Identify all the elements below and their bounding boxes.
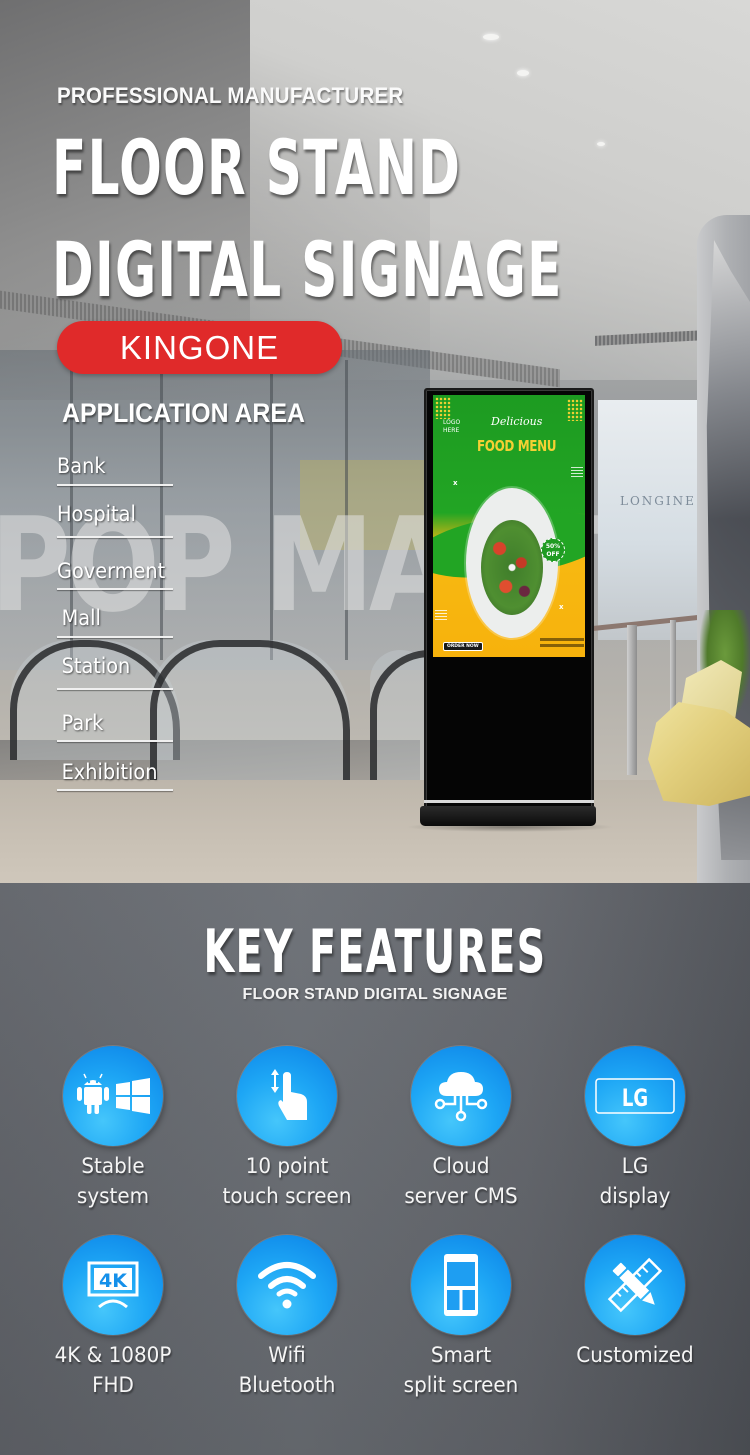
feature-label-line: touch screen [222, 1184, 352, 1208]
kiosk-trim [424, 800, 594, 803]
feature-label-line: server CMS [404, 1184, 518, 1208]
split-screen-icon [411, 1235, 511, 1335]
feature-label-line: Wifi [268, 1343, 306, 1367]
wifi-icon [237, 1235, 337, 1335]
application-item: Bank [57, 454, 177, 486]
feature-label: Smart split screen [376, 1340, 546, 1400]
feature-label: LG display [550, 1151, 720, 1211]
screen-logo: LOGO HERE [443, 419, 460, 435]
badge-line: OFF [546, 551, 560, 558]
lg-logo-icon: LG [585, 1046, 685, 1146]
divider [57, 484, 173, 486]
ceiling-light [483, 34, 499, 40]
screen-x-mark: x [559, 603, 564, 611]
kiosk-base [420, 806, 596, 826]
feature-label: 10 point touch screen [202, 1151, 372, 1211]
screen-salad-image [481, 520, 543, 615]
divider [57, 636, 173, 638]
feature-lg-display: LG LG display [550, 1046, 720, 1211]
svg-text:LG: LG [622, 1085, 648, 1113]
ceiling-light [597, 142, 605, 146]
hero-headline-line-2: DIGITAL SIGNAGE [52, 225, 563, 314]
screen-dots [567, 399, 583, 421]
divider [57, 740, 173, 742]
feature-label-line: Smart [430, 1343, 492, 1367]
feature-label-line: display [599, 1184, 671, 1208]
features-subtitle: FLOOR STAND DIGITAL SIGNAGE [242, 986, 508, 1003]
planter [648, 702, 750, 806]
android-windows-icon [63, 1046, 163, 1146]
badge-line: 50% [545, 543, 561, 550]
application-item: Station [57, 654, 177, 690]
feature-label-line: Bluetooth [238, 1373, 336, 1397]
feature-label-line: FHD [92, 1373, 134, 1397]
feature-label: Stable system [28, 1151, 198, 1211]
features-title: KEY FEATURES [203, 917, 547, 987]
feature-label-line: Cloud [432, 1154, 490, 1178]
feature-split-screen: Smart split screen [376, 1235, 546, 1400]
hero-kicker: PROFESSIONAL MANUFACTURER [57, 83, 404, 108]
feature-stable-system: Stable system [28, 1046, 198, 1211]
screen-dots [435, 397, 451, 419]
store-sign: LONGINE [620, 494, 696, 508]
feature-label-line: system [76, 1184, 150, 1208]
divider [57, 588, 173, 590]
screen-order-button: ORDER NOW [443, 642, 483, 651]
feature-touch-screen: 10 point touch screen [202, 1046, 372, 1211]
hero-headline-line-1: FLOOR STAND [52, 123, 462, 212]
screen-lines [435, 610, 447, 620]
divider [57, 789, 173, 791]
application-area-title: APPLICATION AREA [62, 398, 305, 428]
divider [57, 536, 173, 538]
application-item: Goverment [57, 559, 177, 590]
screen-logo-line: LOGO [443, 419, 461, 426]
application-item: Exhibition [57, 760, 177, 791]
application-item-label: Goverment [57, 559, 166, 583]
application-item-label: Exhibition [61, 760, 158, 784]
feature-wifi-bluetooth: Wifi Bluetooth [202, 1235, 372, 1400]
screen-contact-info [540, 638, 584, 641]
railing-post [627, 625, 637, 775]
application-item: Mall [57, 606, 177, 638]
application-item-label: Mall [61, 606, 101, 630]
feature-label-line: Stable [81, 1154, 145, 1178]
feature-label: 4K & 1080P FHD [28, 1340, 198, 1400]
screen-discount-badge: 50% OFF [541, 538, 565, 562]
feature-label-line: split screen [403, 1373, 519, 1397]
cloud-network-icon [411, 1046, 511, 1146]
pencil-ruler-icon [585, 1235, 685, 1335]
divider [57, 688, 173, 690]
feature-customized: Customized [550, 1235, 720, 1370]
feature-4k-fhd: 4K 4K & 1080P FHD [28, 1235, 198, 1400]
screen-logo-line: HERE [443, 427, 460, 434]
application-item-label: Bank [57, 454, 106, 478]
touch-gesture-icon [237, 1046, 337, 1146]
svg-text:4K: 4K [99, 1270, 128, 1292]
ceiling-light [517, 70, 529, 76]
floor [0, 780, 750, 883]
application-item: Park [57, 711, 177, 742]
feature-label-line: LG [621, 1154, 649, 1178]
application-item: Hospital [57, 502, 177, 538]
application-item-label: Park [61, 711, 104, 735]
application-item-label: Hospital [57, 502, 136, 526]
feature-cloud-cms: Cloud server CMS [376, 1046, 546, 1211]
screen-x-mark: x [453, 479, 458, 487]
kiosk-screen: LOGO HERE Delicious FOOD MENU x x 50% OF… [433, 395, 585, 657]
brand-badge: KINGONE [57, 321, 342, 374]
feature-label-line: 4K & 1080P [54, 1343, 172, 1367]
feature-label: Customized [550, 1340, 720, 1370]
screen-subtitle: Delicious [491, 415, 543, 428]
feature-label-line: 10 point [245, 1154, 329, 1178]
feature-label: Wifi Bluetooth [202, 1340, 372, 1400]
hero-banner: POP MART LONGINE LOGO HERE Delicious FOO… [0, 0, 750, 883]
key-features-section: KEY FEATURES FLOOR STAND DIGITAL SIGNAGE [0, 883, 750, 1455]
store-window [598, 400, 698, 640]
application-item-label: Station [61, 654, 131, 678]
feature-label: Cloud server CMS [376, 1151, 546, 1211]
screen-title: FOOD MENU [477, 437, 557, 455]
feature-label-line: Customized [576, 1343, 694, 1367]
screen-lines [571, 467, 583, 477]
4k-monitor-icon: 4K [63, 1235, 163, 1335]
